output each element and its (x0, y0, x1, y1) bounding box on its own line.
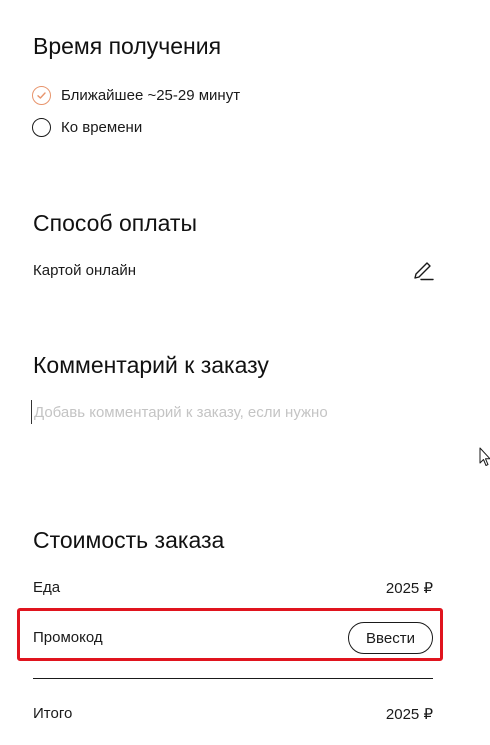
check-icon (37, 92, 46, 99)
delivery-option-nearest[interactable]: Ближайшее ~25-29 минут (32, 86, 240, 105)
comment-title: Комментарий к заказу (33, 352, 269, 378)
radio-unchecked-icon[interactable] (32, 118, 51, 137)
comment-input[interactable] (31, 400, 444, 424)
mouse-cursor-icon (479, 447, 490, 466)
food-value: 2025 ₽ (385, 580, 433, 597)
total-value: 2025 ₽ (385, 706, 433, 723)
total-label: Итого (33, 705, 73, 722)
radio-checked-icon[interactable] (32, 86, 51, 105)
delivery-option-scheduled[interactable]: Ко времени (32, 118, 142, 137)
divider (33, 678, 433, 679)
delivery-option-scheduled-label: Ко времени (61, 119, 143, 136)
promo-enter-button[interactable]: Ввести (348, 622, 433, 654)
delivery-time-title: Время получения (33, 33, 222, 59)
delivery-option-nearest-label: Ближайшее ~25-29 минут (61, 87, 241, 104)
pencil-icon[interactable] (411, 259, 435, 283)
payment-method-label: Картой онлайн (33, 262, 137, 279)
food-label: Еда (33, 579, 61, 596)
promo-label: Промокод (33, 629, 103, 646)
payment-title: Способ оплаты (33, 210, 197, 236)
cost-title: Стоимость заказа (33, 527, 225, 553)
